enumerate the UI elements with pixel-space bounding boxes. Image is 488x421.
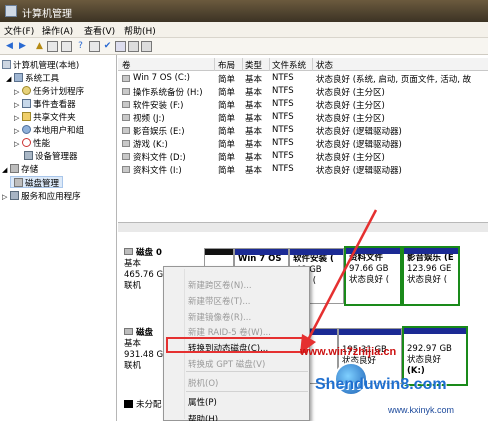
watermark-shenduwin8: Shenduwin8.com: [315, 376, 447, 393]
watermark-kxinyk: www.kxinyk.com: [388, 405, 455, 415]
annotation-arrow: [300, 209, 378, 354]
watermark-win7zhijia: www.win7zhijia.cn: [300, 346, 397, 358]
